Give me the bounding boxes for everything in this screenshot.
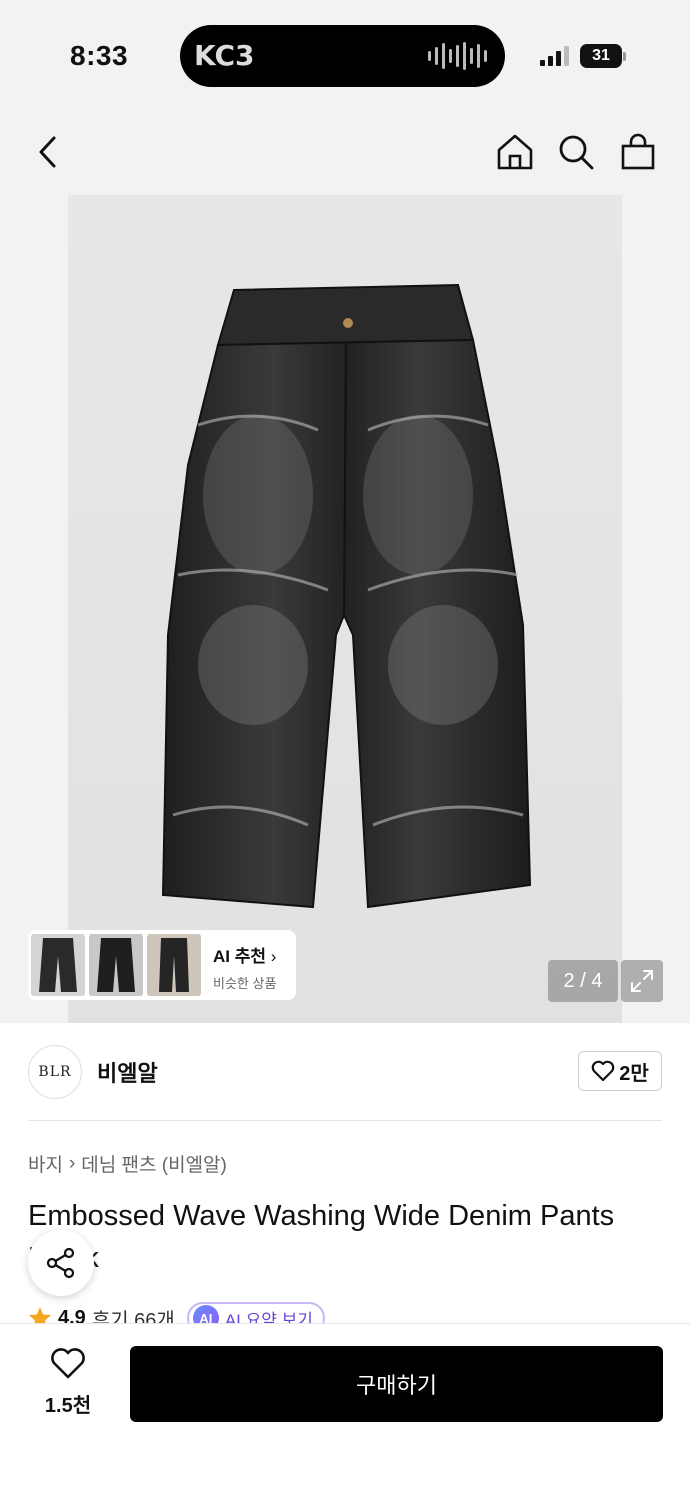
product-title-line1: Embossed Wave Washing Wide Denim Pants bbox=[28, 1200, 615, 1232]
island-logo: KC3 bbox=[194, 39, 255, 72]
brand-like-count: 2만 bbox=[619, 1062, 649, 1085]
back-button[interactable] bbox=[26, 130, 70, 174]
shopping-bag-icon bbox=[621, 133, 655, 170]
expand-icon bbox=[631, 970, 653, 992]
recommend-thumb-1[interactable] bbox=[31, 934, 85, 996]
ai-recommend-title: AI 추천 bbox=[213, 947, 267, 966]
wishlist-count: 1.5천 bbox=[44, 1395, 92, 1417]
ai-recommend-subtitle: 비슷한 상품 bbox=[213, 976, 277, 991]
product-photo[interactable] bbox=[68, 195, 622, 1023]
share-icon bbox=[46, 1247, 75, 1279]
chevron-right-icon: › bbox=[68, 1152, 76, 1174]
home-icon bbox=[497, 134, 533, 170]
status-time: 8:33 bbox=[70, 40, 129, 71]
top-nav bbox=[0, 120, 690, 184]
cart-button[interactable] bbox=[616, 130, 660, 174]
battery-icon: 31 bbox=[580, 44, 622, 68]
expand-button[interactable] bbox=[621, 960, 663, 1002]
divider bbox=[28, 1120, 662, 1121]
breadcrumb: 바지 › 데님 팬츠 (비엘알) bbox=[28, 1150, 227, 1177]
product-info: BLR 비엘알 2만 바지 › 데님 팬츠 (비엘알) Embossed Wav… bbox=[0, 1023, 690, 1334]
battery-cap bbox=[623, 52, 626, 61]
ai-recommend-card[interactable]: AI 추천 › 비슷한 상품 bbox=[28, 930, 296, 1000]
status-bar: 8:33 KC3 31 bbox=[0, 0, 690, 110]
image-pager: 2 / 4 bbox=[548, 960, 618, 1002]
search-button[interactable] bbox=[554, 130, 598, 174]
breadcrumb-category[interactable]: 바지 bbox=[28, 1150, 63, 1177]
brand-name[interactable]: 비엘알 bbox=[97, 1056, 158, 1088]
home-button[interactable] bbox=[493, 130, 537, 174]
recommend-thumb-3[interactable] bbox=[147, 934, 201, 996]
brand-like-button[interactable]: 2만 bbox=[578, 1051, 662, 1091]
wishlist-button[interactable]: 1.5천 bbox=[28, 1348, 108, 1418]
buy-button[interactable]: 구매하기 bbox=[130, 1346, 663, 1422]
battery-level: 31 bbox=[592, 47, 610, 64]
recommend-thumb-2[interactable] bbox=[89, 934, 143, 996]
ai-recommend-text: AI 추천 › 비슷한 상품 bbox=[213, 942, 276, 992]
cellular-signal-icon bbox=[540, 46, 569, 66]
dynamic-island: KC3 bbox=[180, 25, 505, 87]
chevron-left-icon bbox=[39, 136, 56, 168]
heart-icon bbox=[51, 1348, 85, 1379]
bottom-action-bar: 1.5천 구매하기 bbox=[0, 1323, 690, 1500]
product-title: Embossed Wave Washing Wide Denim Pants B… bbox=[28, 1195, 668, 1274]
jeans-image bbox=[161, 283, 532, 909]
audio-wave-icon bbox=[428, 41, 487, 71]
search-icon bbox=[559, 135, 594, 170]
heart-icon bbox=[591, 1060, 615, 1082]
breadcrumb-subcategory[interactable]: 데님 팬츠 (비엘알) bbox=[81, 1150, 227, 1177]
product-gallery[interactable]: AI 추천 › 비슷한 상품 2 / 4 bbox=[0, 195, 690, 1023]
brand-logo[interactable]: BLR bbox=[28, 1045, 82, 1099]
chevron-right-icon: › bbox=[270, 947, 277, 966]
share-button[interactable] bbox=[28, 1230, 94, 1296]
